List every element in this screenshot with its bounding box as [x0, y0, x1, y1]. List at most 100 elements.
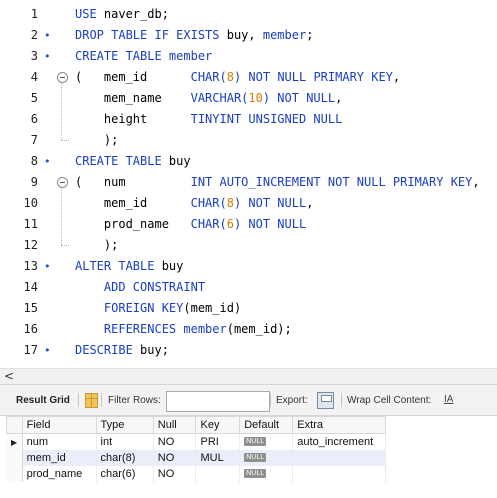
- horizontal-scrollbar[interactable]: <: [0, 368, 497, 384]
- code-text[interactable]: ALTER TABLE buy: [75, 259, 183, 273]
- scroll-left-arrow-icon[interactable]: <: [4, 369, 14, 383]
- code-text[interactable]: USE naver_db;: [75, 7, 169, 21]
- code-token: );: [75, 133, 119, 147]
- code-token: ) NOT NULL: [233, 217, 307, 231]
- column-header-key[interactable]: Key: [195, 416, 241, 434]
- code-text[interactable]: ( num INT AUTO_INCREMENT NOT NULL PRIMAR…: [75, 175, 480, 189]
- code-token: ,: [392, 70, 401, 84]
- code-text[interactable]: mem_name VARCHAR(10) NOT NULL,: [75, 91, 342, 105]
- code-text[interactable]: mem_id CHAR(8) NOT NULL,: [75, 196, 314, 210]
- code-line[interactable]: 1 USE naver_db;: [0, 5, 497, 26]
- code-line[interactable]: 7 );: [0, 131, 497, 152]
- column-header-null[interactable]: Null: [152, 416, 197, 434]
- code-line[interactable]: 16 REFERENCES member(mem_id);: [0, 320, 497, 341]
- cell-extra[interactable]: [292, 466, 386, 482]
- code-line[interactable]: 12 );: [0, 236, 497, 257]
- code-text[interactable]: DESCRIBE buy;: [75, 343, 169, 357]
- table-row[interactable]: prod_name char(6) NO NULL: [6, 466, 386, 482]
- cell-extra[interactable]: auto_increment: [292, 433, 386, 450]
- code-line[interactable]: 9 ( num INT AUTO_INCREMENT NOT NULL PRIMA…: [0, 173, 497, 194]
- code-line[interactable]: 4 ( mem_id CHAR(8) NOT NULL PRIMARY KEY,: [0, 68, 497, 89]
- code-text[interactable]: prod_name CHAR(6) NOT NULL: [75, 217, 306, 231]
- cell-type[interactable]: char(8): [96, 450, 154, 466]
- code-token: member: [168, 49, 213, 63]
- table-row[interactable]: mem_id char(8) NO MUL NULL: [6, 450, 386, 466]
- code-text[interactable]: );: [75, 238, 118, 252]
- code-line[interactable]: 15 FOREIGN KEY(mem_id): [0, 299, 497, 320]
- cell-null[interactable]: NO: [153, 466, 197, 482]
- code-token: ;: [306, 28, 314, 42]
- code-token: (mem_id);: [226, 322, 292, 336]
- table-row[interactable]: ▶ num int NO PRI NULL auto_increment: [6, 433, 386, 450]
- line-number: 10: [23, 196, 38, 210]
- code-text[interactable]: ( mem_id CHAR(8) NOT NULL PRIMARY KEY,: [75, 70, 400, 84]
- cell-field[interactable]: mem_id: [22, 450, 97, 466]
- cell-extra[interactable]: [292, 450, 386, 466]
- line-number: 7: [30, 133, 38, 147]
- code-text[interactable]: );: [75, 133, 118, 147]
- code-line[interactable]: 6 height TINYINT UNSIGNED NULL: [0, 110, 497, 131]
- code-line[interactable]: 3 • CREATE TABLE member: [0, 47, 497, 68]
- code-text[interactable]: CREATE TABLE member: [75, 49, 212, 63]
- result-grid-tab[interactable]: Result Grid: [16, 395, 70, 406]
- code-text[interactable]: ADD CONSTRAINT: [75, 280, 205, 294]
- code-token: buy: [161, 259, 184, 273]
- line-number: 14: [23, 280, 38, 294]
- code-text[interactable]: FOREIGN KEY(mem_id): [75, 301, 241, 315]
- column-header-default[interactable]: Default: [239, 416, 294, 434]
- code-line[interactable]: 11 prod_name CHAR(6) NOT NULL: [0, 215, 497, 236]
- column-header-field[interactable]: Field: [21, 416, 97, 434]
- grid-header-row: Field Type Null Key Default Extra: [6, 416, 386, 434]
- cell-key[interactable]: [195, 466, 241, 482]
- export-icon[interactable]: [317, 392, 334, 409]
- code-token: naver_db;: [103, 7, 169, 21]
- grid-view-icon[interactable]: [85, 393, 98, 408]
- line-number: 9: [30, 175, 38, 189]
- code-line[interactable]: 5 mem_name VARCHAR(10) NOT NULL,: [0, 89, 497, 110]
- code-line[interactable]: 17 • DESCRIBE buy;: [0, 341, 497, 362]
- fold-toggle-icon[interactable]: [57, 177, 68, 188]
- code-line[interactable]: 13 • ALTER TABLE buy: [0, 257, 497, 278]
- fold-guide: [61, 188, 62, 245]
- fold-toggle-icon[interactable]: [57, 72, 68, 83]
- statement-marker-icon: •: [44, 260, 51, 273]
- cell-null[interactable]: NO: [153, 433, 197, 450]
- code-token: VARCHAR(: [190, 91, 249, 105]
- code-text[interactable]: CREATE TABLE buy: [75, 154, 191, 168]
- column-header-type[interactable]: Type: [95, 416, 154, 434]
- column-header-extra[interactable]: Extra: [292, 416, 386, 434]
- cell-field[interactable]: prod_name: [22, 466, 97, 482]
- fold-guide-end: [61, 140, 69, 141]
- null-badge: NULL: [244, 437, 267, 446]
- result-grid[interactable]: Field Type Null Key Default Extra ▶ num …: [6, 416, 386, 482]
- code-token: mem_id: [103, 70, 191, 84]
- cell-field[interactable]: num: [22, 433, 97, 450]
- code-token: CHAR(: [190, 196, 227, 210]
- code-text[interactable]: REFERENCES member(mem_id);: [75, 322, 292, 336]
- code-token: member: [262, 28, 307, 42]
- line-number: 12: [23, 238, 38, 252]
- current-row-pointer-icon: ▶: [6, 433, 23, 450]
- code-text[interactable]: height TINYINT UNSIGNED NULL: [75, 112, 342, 126]
- code-line[interactable]: 10 mem_id CHAR(8) NOT NULL,: [0, 194, 497, 215]
- wrap-cell-content-icon[interactable]: IA: [444, 394, 453, 405]
- code-token: 10: [248, 91, 263, 105]
- code-text[interactable]: DROP TABLE IF EXISTS buy, member;: [75, 28, 313, 42]
- code-line[interactable]: 8 • CREATE TABLE buy: [0, 152, 497, 173]
- cell-key[interactable]: MUL: [195, 450, 241, 466]
- cell-default[interactable]: NULL: [239, 433, 294, 450]
- cell-null[interactable]: NO: [153, 450, 197, 466]
- code-line[interactable]: 2 • DROP TABLE IF EXISTS buy, member;: [0, 26, 497, 47]
- cell-key[interactable]: PRI: [195, 433, 241, 450]
- code-token: CREATE TABLE: [75, 49, 169, 63]
- sql-editor[interactable]: 1 USE naver_db; 2 • DROP TABLE IF EXISTS buy…: [0, 0, 497, 368]
- row-header: [6, 450, 23, 466]
- code-line[interactable]: 14 ADD CONSTRAINT: [0, 278, 497, 299]
- filter-rows-input[interactable]: [166, 391, 270, 412]
- cell-type[interactable]: int: [96, 433, 154, 450]
- null-badge: NULL: [244, 469, 267, 478]
- cell-default[interactable]: NULL: [239, 450, 294, 466]
- cell-type[interactable]: char(6): [96, 466, 154, 482]
- cell-default[interactable]: NULL: [239, 466, 294, 482]
- code-token: ) NOT NULL: [262, 91, 336, 105]
